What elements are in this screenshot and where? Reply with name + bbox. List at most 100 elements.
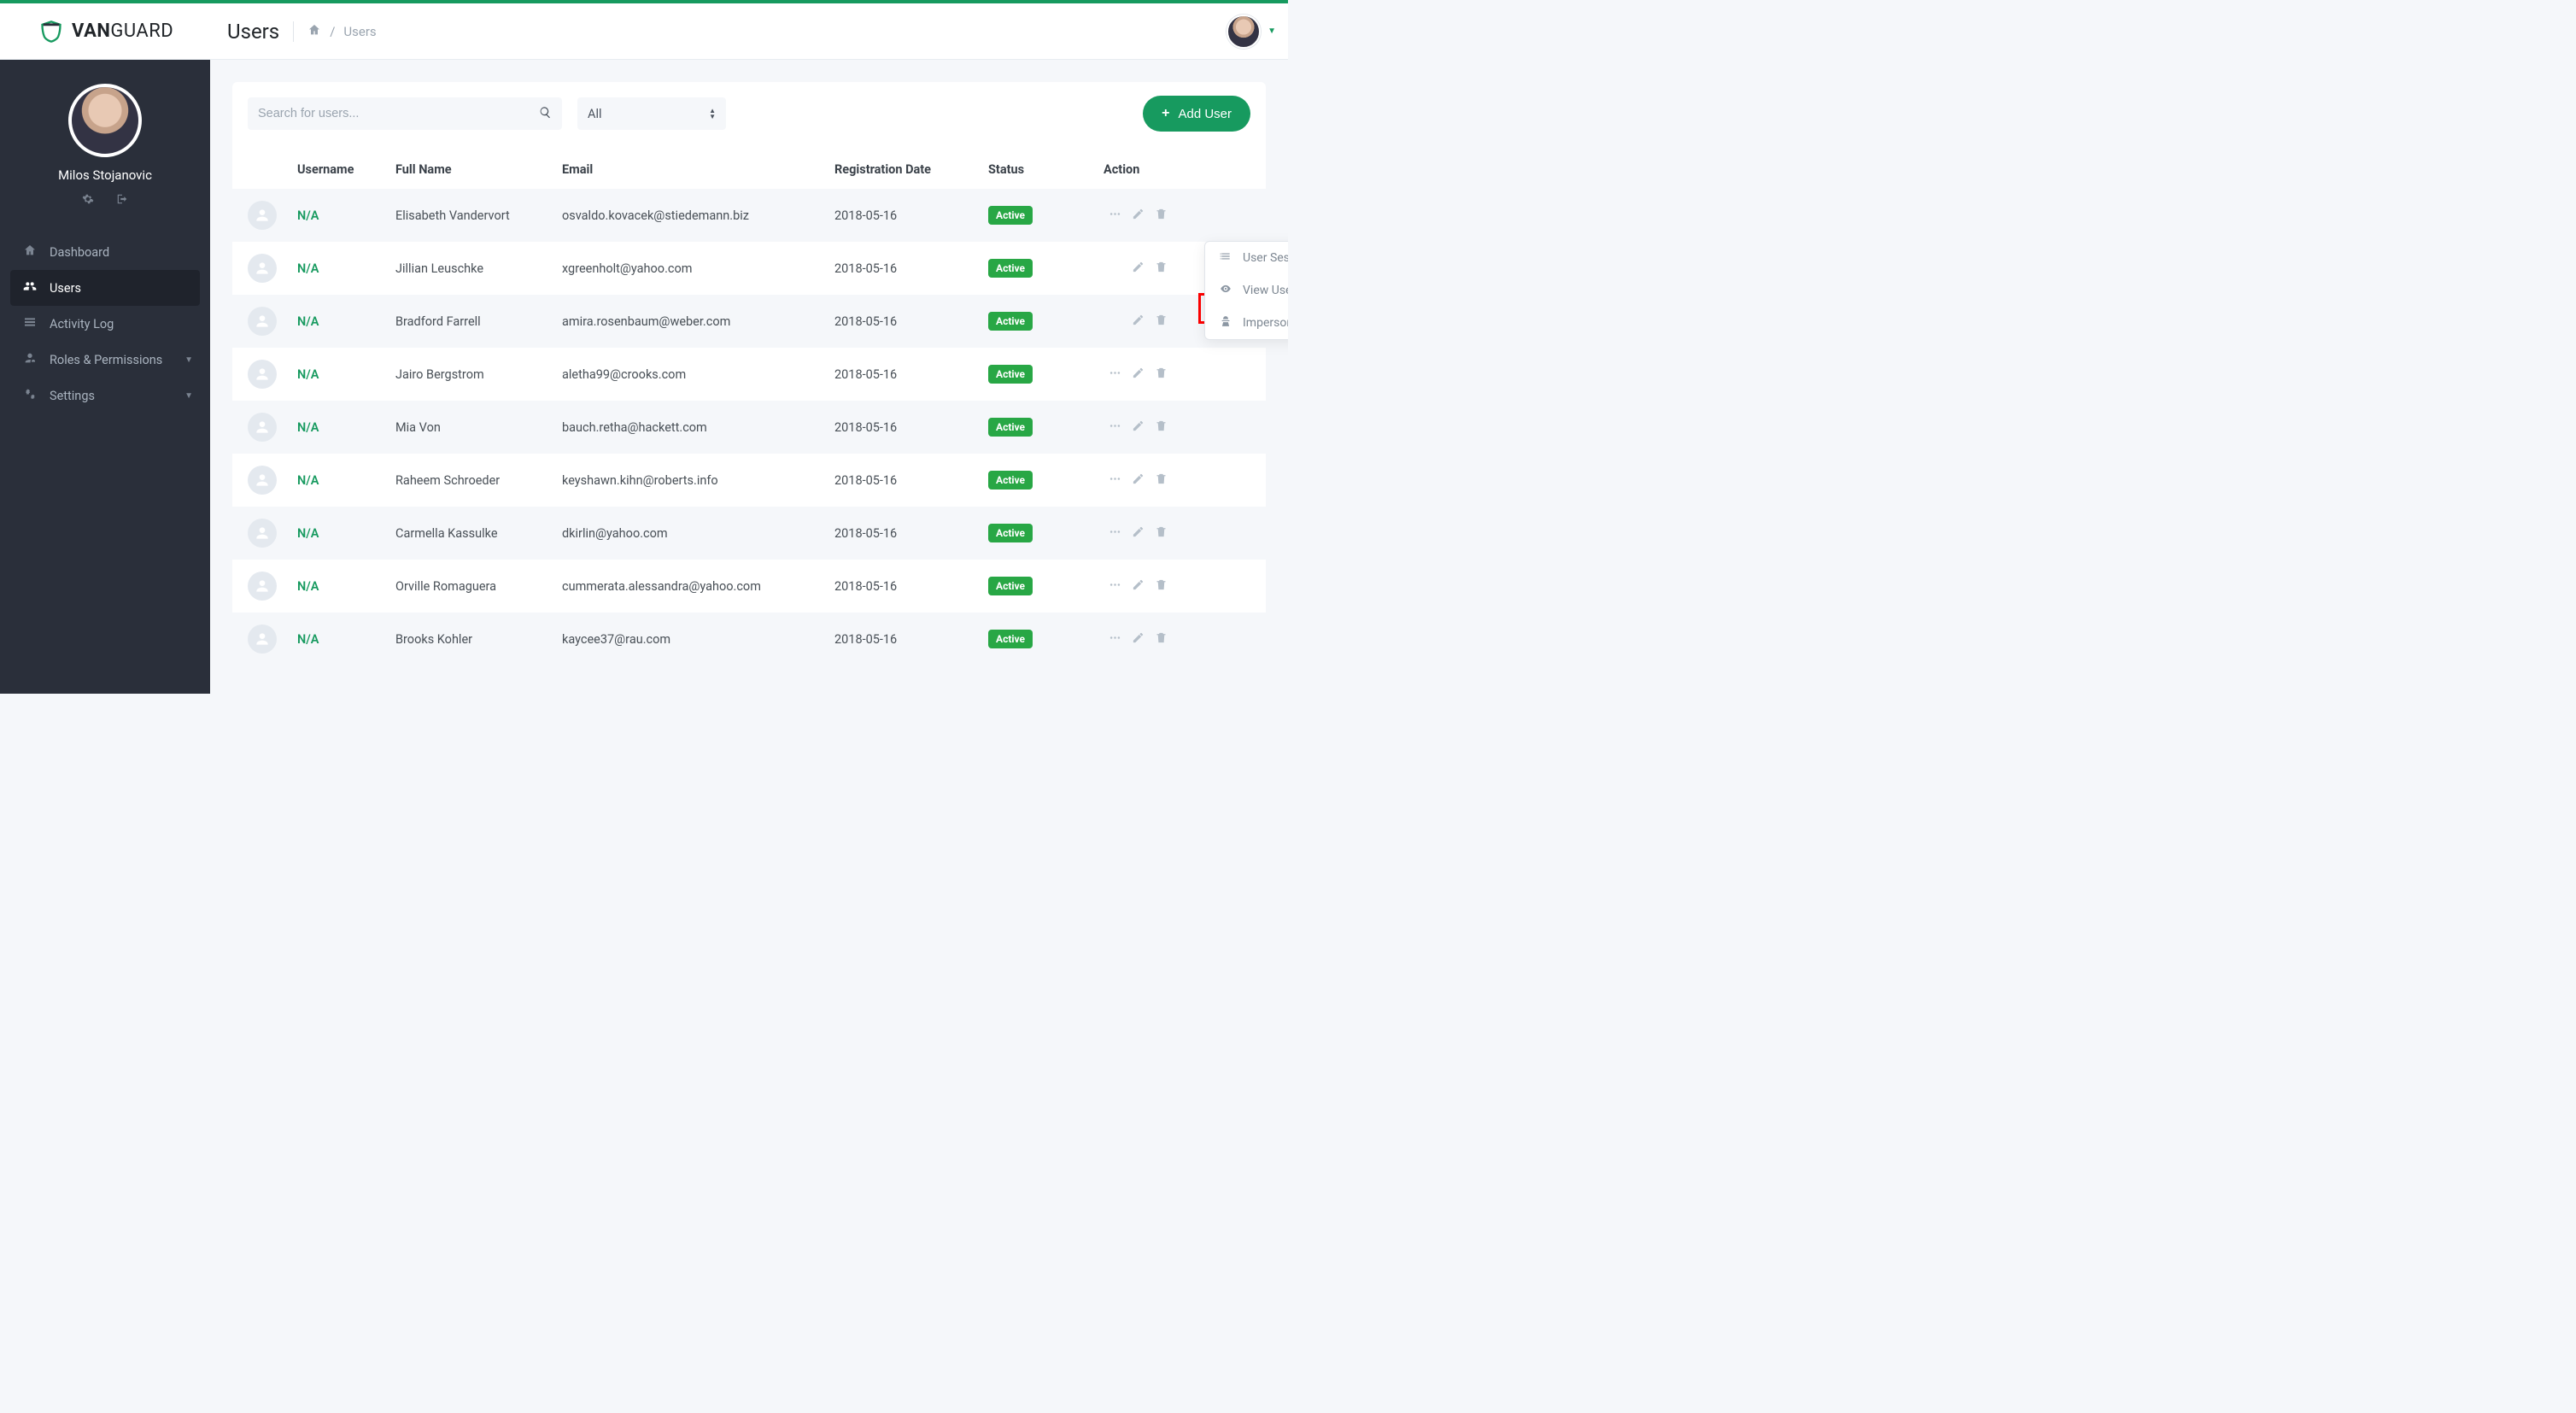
gear-icon[interactable] (82, 193, 94, 208)
row-avatar[interactable] (248, 307, 277, 336)
dropdown-item-label: Impersonate (1243, 316, 1288, 330)
cell-username[interactable]: N/A (297, 420, 319, 435)
cell-username[interactable]: N/A (297, 632, 319, 647)
sidebar-item-users[interactable]: Users (10, 270, 200, 306)
sidebar-nav: Dashboard Users Activity Log Roles & Per… (0, 234, 210, 413)
sidebar-item-roles[interactable]: Roles & Permissions ▼ (0, 342, 210, 378)
row-avatar[interactable] (248, 624, 277, 654)
dropdown-item-impersonate[interactable]: Impersonate (1205, 307, 1288, 339)
edit-button[interactable] (1127, 522, 1150, 545)
status-filter-select[interactable]: All ▲▼ (577, 97, 726, 130)
more-actions-button[interactable] (1104, 522, 1127, 545)
cell-username[interactable]: N/A (297, 473, 319, 488)
edit-button[interactable] (1127, 575, 1150, 598)
more-actions-button[interactable] (1104, 469, 1127, 492)
caret-down-icon: ▼ (1268, 26, 1276, 36)
select-value: All (588, 107, 602, 121)
dropdown-item-label: View User (1243, 284, 1288, 297)
delete-button[interactable] (1150, 363, 1173, 386)
sidebar-item-settings[interactable]: Settings ▼ (0, 378, 210, 413)
brand-text: VANGUARD (72, 21, 173, 42)
trash-icon (1155, 368, 1168, 383)
logout-icon[interactable] (116, 193, 128, 208)
breadcrumb-current: Users (343, 24, 376, 39)
delete-button[interactable] (1150, 575, 1173, 598)
cell-regdate: 2018-05-16 (826, 242, 980, 295)
edit-icon (1132, 262, 1145, 277)
edit-button[interactable] (1127, 257, 1150, 280)
main-content: All ▲▼ + Add User Username Full Name Ema… (210, 60, 1288, 694)
edit-icon (1132, 315, 1145, 330)
search-input[interactable] (258, 107, 539, 120)
delete-button[interactable] (1150, 310, 1173, 333)
logo[interactable]: VANGUARD (0, 20, 210, 44)
cell-regdate: 2018-05-16 (826, 507, 980, 560)
sidebar-profile-name: Milos Stojanovic (58, 167, 152, 183)
sidebar-avatar[interactable] (68, 84, 142, 157)
cell-fullname: Raheem Schroeder (387, 454, 553, 507)
table-row: N/ABrooks Kohlerkaycee37@rau.com2018-05-… (232, 613, 1266, 665)
cell-email: kaycee37@rau.com (553, 613, 826, 665)
breadcrumb-home[interactable] (307, 23, 321, 40)
dropdown-item-view[interactable]: View User (1205, 274, 1288, 307)
sidebar-item-label: Settings (50, 389, 95, 403)
delete-button[interactable] (1150, 469, 1173, 492)
edit-button[interactable] (1127, 204, 1150, 227)
edit-icon (1132, 474, 1145, 489)
more-actions-button[interactable] (1104, 416, 1127, 439)
cell-username[interactable]: N/A (297, 579, 319, 594)
row-avatar[interactable] (248, 519, 277, 548)
delete-button[interactable] (1150, 257, 1173, 280)
trash-icon (1155, 262, 1168, 277)
row-avatar[interactable] (248, 254, 277, 283)
cell-username[interactable]: N/A (297, 526, 319, 541)
cell-username[interactable]: N/A (297, 367, 319, 382)
header: VANGUARD Users / Users ▼ (0, 3, 1288, 60)
sidebar-item-dashboard[interactable]: Dashboard (0, 234, 210, 270)
cell-email: aletha99@crooks.com (553, 348, 826, 401)
user-menu-toggle[interactable]: ▼ (1227, 15, 1276, 49)
table-row: N/ARaheem Schroederkeyshawn.kihn@roberts… (232, 454, 1266, 507)
cell-username[interactable]: N/A (297, 314, 319, 329)
row-avatar[interactable] (248, 201, 277, 230)
edit-button[interactable] (1127, 363, 1150, 386)
delete-button[interactable] (1150, 628, 1173, 651)
edit-button[interactable] (1127, 628, 1150, 651)
delete-button[interactable] (1150, 416, 1173, 439)
dropdown-item-sessions[interactable]: User Sessions (1205, 242, 1288, 274)
table-row: N/AMia Vonbauch.retha@hackett.com2018-05… (232, 401, 1266, 454)
cell-email: bauch.retha@hackett.com (553, 401, 826, 454)
ellipsis-icon (1109, 368, 1121, 383)
plus-icon: + (1162, 106, 1169, 121)
more-actions-button[interactable] (1104, 575, 1127, 598)
cell-email: xgreenholt@yahoo.com (553, 242, 826, 295)
cell-email: dkirlin@yahoo.com (553, 507, 826, 560)
edit-button[interactable] (1127, 310, 1150, 333)
ellipsis-icon (1109, 527, 1121, 542)
cell-username[interactable]: N/A (297, 261, 319, 276)
more-actions-button[interactable] (1104, 628, 1127, 651)
cell-email: amira.rosenbaum@weber.com (553, 295, 826, 348)
search-button[interactable] (539, 106, 552, 122)
add-user-button[interactable]: + Add User (1143, 96, 1250, 132)
cell-username[interactable]: N/A (297, 208, 319, 223)
shield-icon (39, 20, 63, 44)
eye-icon (1219, 283, 1232, 298)
home-icon (22, 243, 38, 261)
delete-button[interactable] (1150, 522, 1173, 545)
more-actions-button[interactable] (1104, 204, 1127, 227)
row-avatar[interactable] (248, 466, 277, 495)
cell-fullname: Carmella Kassulke (387, 507, 553, 560)
more-actions-button[interactable] (1104, 363, 1127, 386)
sidebar-item-activity[interactable]: Activity Log (0, 306, 210, 342)
user-secret-icon (1219, 315, 1232, 331)
ellipsis-icon (1109, 633, 1121, 648)
breadcrumb-sep: / (330, 24, 335, 39)
delete-button[interactable] (1150, 204, 1173, 227)
row-avatar[interactable] (248, 572, 277, 601)
edit-button[interactable] (1127, 469, 1150, 492)
row-avatar[interactable] (248, 360, 277, 389)
row-avatar[interactable] (248, 413, 277, 442)
edit-button[interactable] (1127, 416, 1150, 439)
status-badge: Active (988, 365, 1033, 384)
